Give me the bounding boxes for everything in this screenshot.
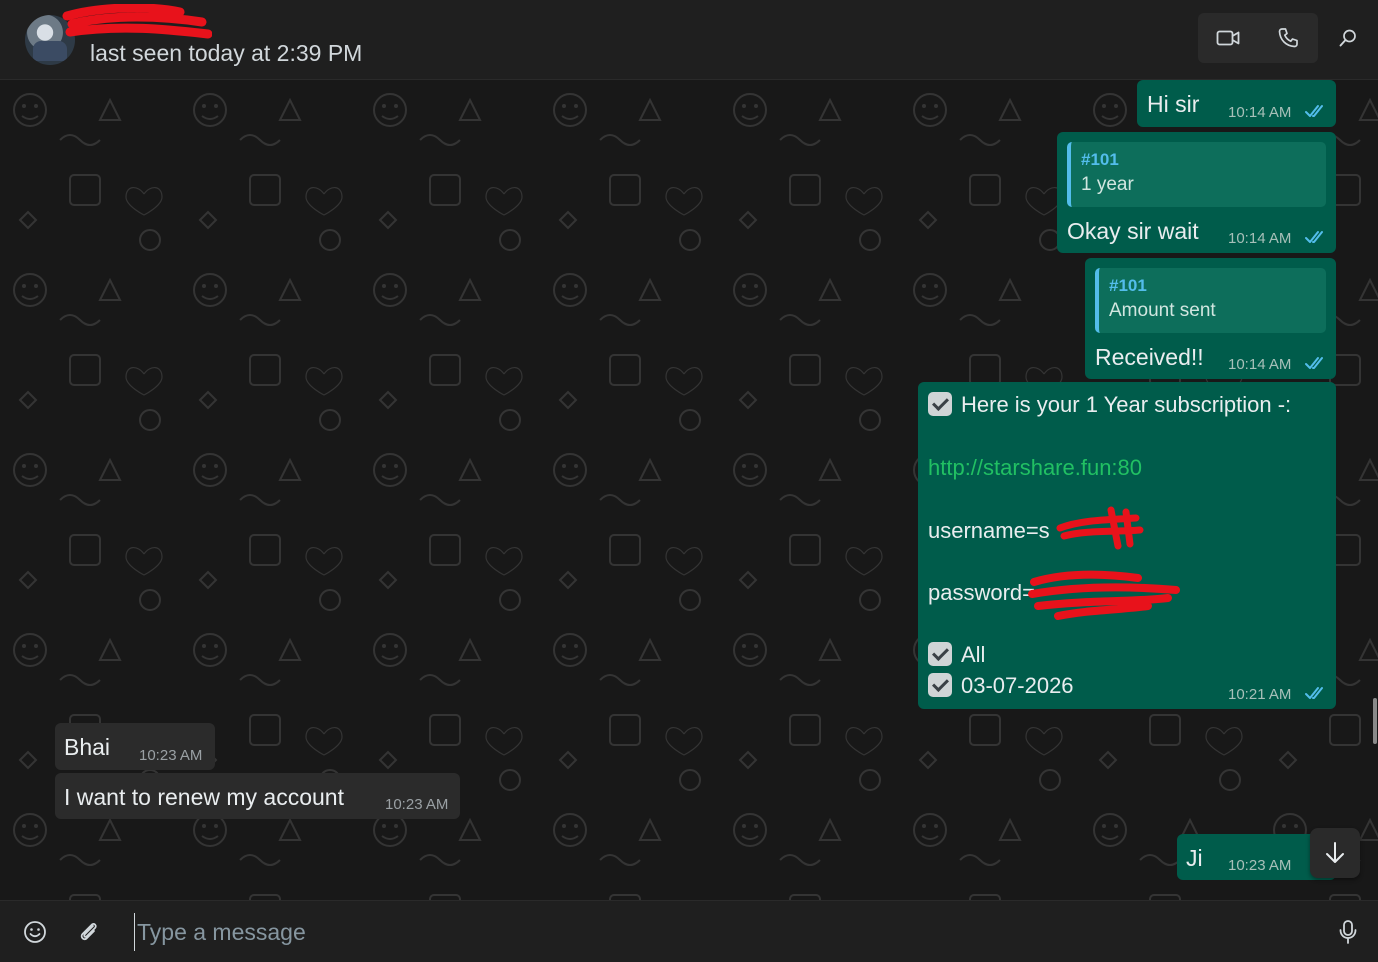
message-input[interactable] (134, 913, 1284, 951)
username-line: username=s (928, 518, 1050, 543)
voice-message-button[interactable] (1331, 915, 1365, 949)
read-ticks-icon (1305, 105, 1323, 117)
quoted-message[interactable]: #101 1 year (1067, 142, 1326, 207)
check-mark-icon (928, 673, 952, 697)
quoted-author: #101 (1109, 276, 1147, 295)
search-button[interactable] (1330, 20, 1366, 56)
quoted-message[interactable]: #101 Amount sent (1095, 268, 1326, 333)
read-ticks-icon (1305, 357, 1323, 369)
outgoing-message[interactable]: Hi sir 10:14 AM (1137, 80, 1336, 127)
arrow-down-icon (1326, 842, 1344, 863)
outgoing-reply-message[interactable]: #101 Amount sent Received!! 10:14 AM (1085, 258, 1336, 379)
chat-header: last seen today at 2:39 PM (0, 0, 1378, 80)
attach-icon (80, 923, 97, 941)
video-call-icon (1216, 30, 1240, 46)
plan-all: All (961, 642, 986, 667)
search-icon (1339, 29, 1356, 47)
message-time: 10:14 AM (1228, 356, 1292, 373)
message-text: Bhai (64, 734, 111, 760)
attach-button[interactable] (72, 915, 106, 949)
message-time: 10:14 AM (1228, 104, 1292, 121)
message-text: I want to renew my account (64, 784, 344, 810)
mic-icon (1339, 920, 1357, 944)
message-text: Hi sir (1147, 91, 1200, 117)
message-text: Okay sir wait (1067, 218, 1199, 244)
read-ticks-icon (1305, 231, 1323, 243)
check-mark-icon (928, 392, 952, 416)
message-line: All (928, 642, 985, 668)
voice-call-icon (1278, 28, 1298, 48)
whatsapp-chat-window: last seen today at 2:39 PM Hi sir 10:14 … (0, 0, 1378, 962)
redacted-username (1056, 506, 1144, 550)
message-line: Here is your 1 Year subscription -: (928, 392, 1291, 418)
video-call-button[interactable] (1198, 13, 1258, 63)
message-time: 10:23 AM (139, 747, 203, 764)
redacted-password (1028, 570, 1180, 620)
expiry-date: 03-07-2026 (961, 673, 1074, 698)
read-ticks-icon (1305, 687, 1323, 699)
emoji-button[interactable] (18, 915, 52, 949)
quoted-text: Amount sent (1109, 300, 1216, 321)
last-seen-status: last seen today at 2:39 PM (90, 40, 363, 66)
chat-scrollbar[interactable] (1373, 698, 1377, 744)
incoming-message[interactable]: I want to renew my account 10:23 AM (55, 773, 460, 819)
message-text: Received!! (1095, 344, 1204, 370)
quoted-text: 1 year (1081, 174, 1134, 195)
outgoing-message-subscription[interactable]: Here is your 1 Year subscription -: http… (918, 382, 1336, 709)
message-line: 03-07-2026 (928, 673, 1074, 699)
subscription-heading: Here is your 1 Year subscription -: (961, 392, 1292, 417)
emoji-icon (24, 921, 46, 943)
scroll-to-bottom-button[interactable] (1310, 828, 1360, 878)
message-time: 10:23 AM (385, 796, 449, 813)
message-list[interactable]: Hi sir 10:14 AM #101 1 year Okay sir wai… (0, 80, 1378, 900)
subscription-link[interactable]: http://starshare.fun:80 (928, 455, 1142, 481)
message-time: 10:14 AM (1228, 230, 1292, 247)
incoming-message[interactable]: Bhai 10:23 AM (55, 723, 215, 770)
call-buttons-group (1198, 13, 1318, 63)
password-line: password= (928, 580, 1036, 605)
redacted-contact-name (62, 4, 212, 39)
quoted-author: #101 (1081, 150, 1119, 169)
voice-call-button[interactable] (1258, 13, 1318, 63)
check-mark-icon (928, 642, 952, 666)
message-composer (0, 900, 1378, 962)
message-text: Ji (1186, 845, 1203, 871)
message-time: 10:21 AM (1228, 686, 1292, 703)
message-time: 10:23 AM (1228, 857, 1292, 874)
outgoing-reply-message[interactable]: #101 1 year Okay sir wait 10:14 AM (1057, 132, 1336, 253)
